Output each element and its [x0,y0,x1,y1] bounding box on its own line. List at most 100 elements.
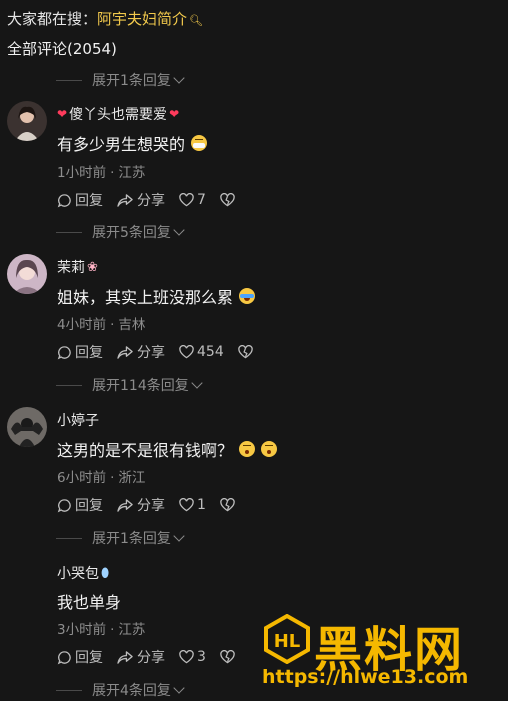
hushed-face-icon [239,441,256,457]
like-button[interactable]: 7 [179,192,206,208]
mask-face-icon [191,135,208,151]
reply-label: 回复 [75,650,103,666]
chevron-down-icon [173,224,185,236]
author-name: 傻丫头也需要爱 [69,107,168,123]
rofl-face-icon [239,288,256,304]
like-button[interactable]: 3 [179,649,206,665]
expand-replies[interactable]: 展开114条回复 [56,375,203,395]
heart-outline-icon [179,498,194,512]
divider-line [56,384,82,386]
comment-author[interactable]: 小婷子 [57,410,99,430]
comment-time: 4小时前 [57,317,107,333]
like-count: 1 [197,497,206,513]
reply-button[interactable]: 回复 [57,190,103,210]
search-suggestion[interactable]: 大家都在搜：阿宇夫妇简介 🔍︎ [7,8,203,29]
reply-icon [57,498,71,512]
expand-label: 展开4条回复 [92,683,171,699]
comment-body: 这男的是不是很有钱啊？ [57,441,234,460]
broken-heart-icon [220,498,235,512]
divider-line [56,537,82,539]
reply-icon [57,193,71,207]
comment-text: 这男的是不是很有钱啊？ [57,437,278,461]
comment-author[interactable]: 茉莉 ❀ [57,257,98,277]
watermark-logo: HL [264,614,310,664]
share-icon [117,193,133,207]
divider-line [56,689,82,691]
comment-time: 1小时前 [57,165,107,181]
reply-label: 回复 [75,498,103,514]
heart-outline-icon [179,345,194,359]
expand-replies[interactable]: 展开1条回复 [56,70,185,90]
avatar[interactable] [7,407,47,447]
dislike-button[interactable] [220,650,235,664]
like-count: 7 [197,192,206,208]
chevron-down-icon [173,682,185,694]
share-button[interactable]: 分享 [117,647,165,667]
share-icon [117,498,133,512]
comment-meta: 1小时前 · 江苏 [57,165,146,181]
divider-line [56,231,82,233]
search-prefix: 大家都在搜： [7,10,98,28]
like-button[interactable]: 454 [179,344,224,360]
heart-outline-icon [179,193,194,207]
comment-body: 姐妹，其实上班没那么累 [57,288,234,307]
comment-location: 浙江 [118,470,146,486]
dislike-button[interactable] [220,498,235,512]
broken-heart-icon [220,650,235,664]
flower-icon: ❀ [87,259,98,275]
reply-label: 回复 [75,345,103,361]
comment-author[interactable]: ❤︎ 傻丫头也需要爱 ❤︎ [57,104,179,124]
share-label: 分享 [137,498,165,514]
share-label: 分享 [137,345,165,361]
comment-meta: 6小时前 · 浙江 [57,470,146,486]
reply-label: 回复 [75,193,103,209]
baby-bottle-icon: ⬮ [101,565,110,581]
dislike-button[interactable] [220,193,235,207]
comment-actions: 回复 分享 7 [57,190,249,210]
comments-total: 全部评论(2054) [7,40,117,58]
heart-icon: ❤︎ [57,107,68,121]
share-button[interactable]: 分享 [117,342,165,362]
comment-time: 3小时前 [57,622,107,638]
expand-label: 展开5条回复 [92,225,171,241]
broken-heart-icon [220,193,235,207]
comment-actions: 回复 分享 454 [57,342,267,362]
comment-text: 我也单身 [57,589,121,613]
divider-line [56,79,82,81]
avatar[interactable] [7,101,47,141]
watermark-url: https://hlwe13.com [262,666,469,688]
search-icon: 🔍︎ [189,14,203,27]
chevron-down-icon [173,530,185,542]
author-name: 小婷子 [57,413,99,429]
expand-replies[interactable]: 展开1条回复 [56,528,185,548]
reply-icon [57,345,71,359]
watermark-logo-text: HL [274,631,301,652]
chevron-down-icon [173,72,185,84]
share-button[interactable]: 分享 [117,495,165,515]
share-label: 分享 [137,193,165,209]
comment-actions: 回复 分享 1 [57,495,249,515]
reply-button[interactable]: 回复 [57,342,103,362]
comment-body: 我也单身 [57,593,122,612]
reply-button[interactable]: 回复 [57,495,103,515]
comment-text: 姐妹，其实上班没那么累 [57,284,256,308]
comment-meta: 4小时前 · 吉林 [57,317,146,333]
comment-location: 江苏 [118,165,146,181]
expand-replies[interactable]: 展开5条回复 [56,222,185,242]
comment-author[interactable]: 小哭包 ⬮ [57,563,109,583]
comment-location: 吉林 [118,317,146,333]
broken-heart-icon [238,345,253,359]
reply-button[interactable]: 回复 [57,647,103,667]
author-name: 小哭包 [57,566,99,582]
share-button[interactable]: 分享 [117,190,165,210]
expand-replies[interactable]: 展开4条回复 [56,680,185,700]
hushed-face-icon [261,441,278,457]
like-button[interactable]: 1 [179,497,206,513]
dislike-button[interactable] [238,345,253,359]
comment-meta: 3小时前 · 江苏 [57,622,146,638]
comment-location: 江苏 [118,622,146,638]
search-keyword[interactable]: 阿宇夫妇简介 [97,10,187,28]
heart-outline-icon [179,650,194,664]
avatar[interactable] [7,254,47,294]
expand-label: 展开1条回复 [92,73,171,89]
